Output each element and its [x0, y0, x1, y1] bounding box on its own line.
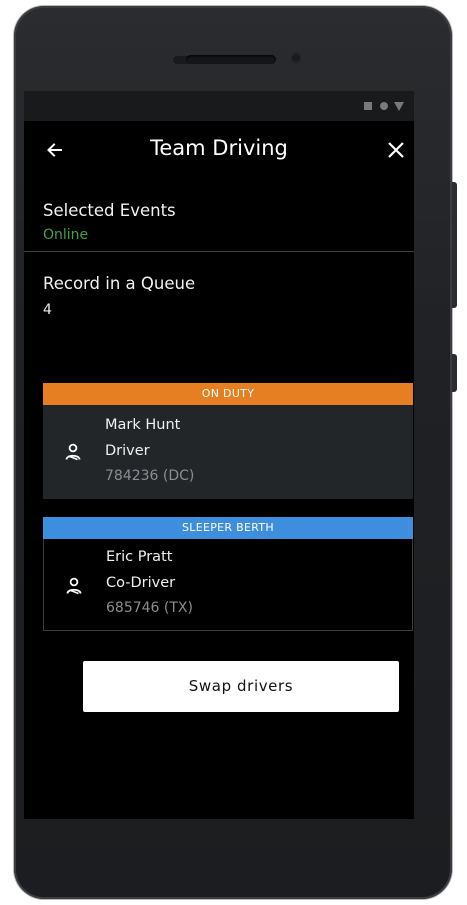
record-queue-section: Record in a Queue 4	[24, 252, 414, 318]
selected-events-label: Selected Events	[43, 201, 176, 220]
online-status: Online	[43, 227, 89, 243]
co-driver-id: 685746 (TX)	[106, 600, 193, 616]
sleeper-status-badge: SLEEPER BERTH	[43, 517, 413, 539]
person-icon	[65, 443, 81, 461]
selected-events-section: Selected Events Online	[24, 179, 414, 251]
driver-role: Driver	[105, 443, 150, 459]
app-screen: Team Driving Selected Events Online Reco…	[24, 91, 414, 819]
swap-drivers-button[interactable]: Swap drivers	[83, 661, 399, 712]
square-icon	[364, 102, 372, 110]
circle-icon	[380, 102, 388, 110]
record-queue-count: 4	[43, 302, 52, 318]
co-driver-name: Eric Pratt	[106, 549, 173, 565]
front-camera	[290, 52, 302, 64]
status-bar	[24, 91, 414, 121]
person-icon	[66, 577, 82, 595]
driver-id: 784236 (DC)	[105, 468, 195, 484]
power-button	[452, 354, 457, 392]
record-queue-label: Record in a Queue	[43, 274, 196, 293]
co-driver-card-body: Eric Pratt Co-Driver 685746 (TX)	[43, 539, 413, 631]
driver-name: Mark Hunt	[105, 417, 181, 433]
earpiece-speaker	[186, 55, 276, 64]
driver-card[interactable]: ON DUTY Mark Hunt Driver 784236 (DC)	[43, 383, 413, 499]
driver-card-body: Mark Hunt Driver 784236 (DC)	[43, 405, 413, 499]
duty-status-badge: ON DUTY	[43, 383, 413, 405]
triangle-icon	[394, 102, 404, 111]
co-driver-card[interactable]: SLEEPER BERTH Eric Pratt Co-Driver 68574…	[43, 517, 413, 631]
volume-button	[452, 182, 457, 308]
co-driver-role: Co-Driver	[106, 575, 176, 591]
app-bar: Team Driving	[24, 121, 414, 179]
page-title: Team Driving	[150, 136, 288, 160]
close-icon[interactable]	[386, 140, 406, 160]
